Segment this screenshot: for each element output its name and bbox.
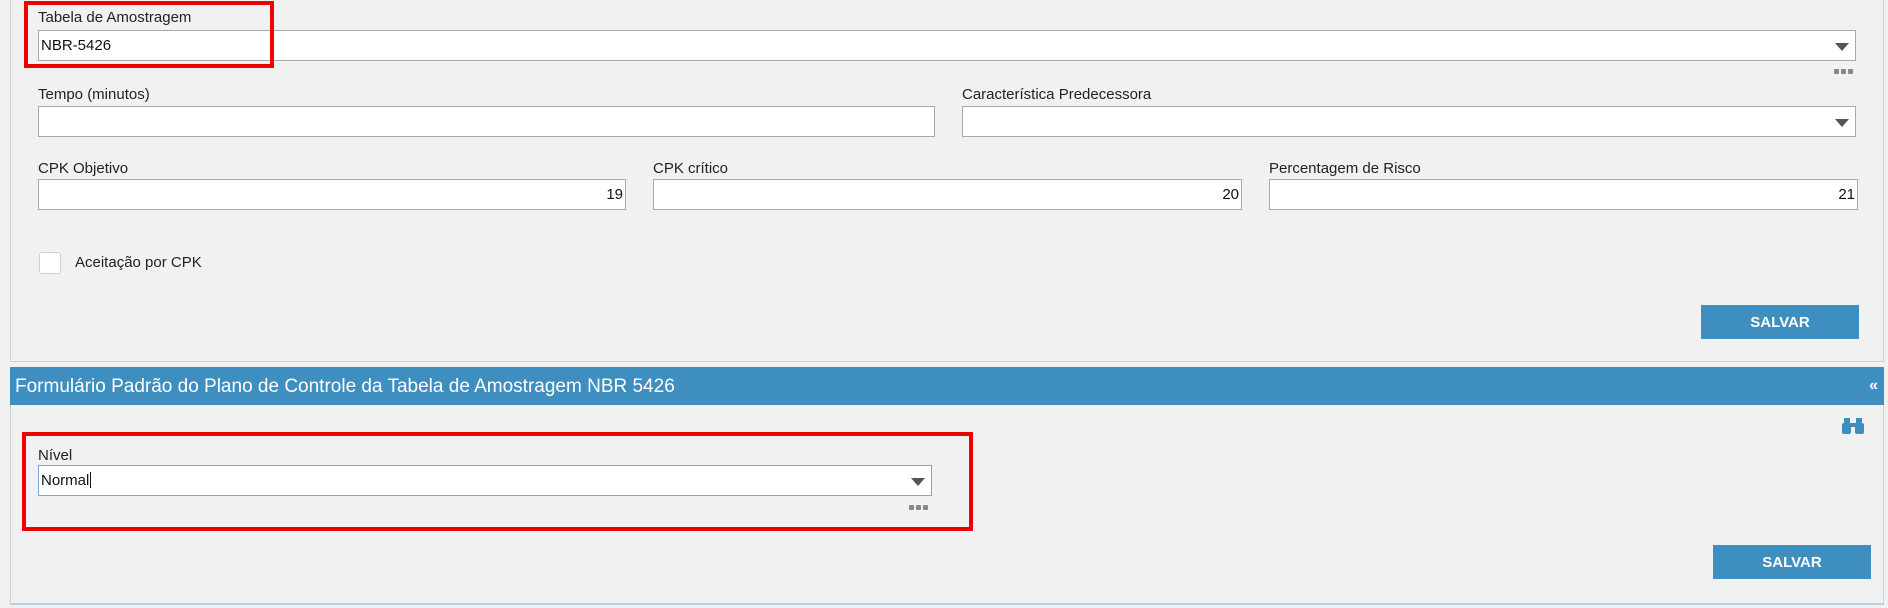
more-options-icon[interactable] <box>1834 69 1853 74</box>
cpk-objective-value: 19 <box>606 186 623 203</box>
highlight-annotation-level <box>22 432 973 531</box>
risk-percentage-label: Percentagem de Risco <box>1269 160 1421 177</box>
predecessor-label: Característica Predecessora <box>962 86 1152 103</box>
section-title: Formulário Padrão do Plano de Controle d… <box>15 376 675 397</box>
cpk-critical-value: 20 <box>1222 186 1239 203</box>
save-button[interactable]: SALVAR <box>1713 545 1871 579</box>
cpk-critical-label: CPK crítico <box>653 160 729 177</box>
cpk-critical-input[interactable]: 20 <box>653 179 1242 210</box>
time-label: Tempo (minutos) <box>38 86 150 103</box>
save-button[interactable]: SALVAR <box>1701 305 1859 339</box>
cpk-acceptance-label: Aceitação por CPK <box>75 254 202 271</box>
highlight-annotation-table <box>24 1 274 68</box>
predecessor-select[interactable] <box>962 106 1856 137</box>
binoculars-icon[interactable] <box>1842 417 1864 435</box>
risk-percentage-input[interactable]: 21 <box>1269 179 1858 210</box>
section-header: Formulário Padrão do Plano de Controle d… <box>10 367 1884 405</box>
collapse-icon[interactable]: « <box>1869 377 1878 395</box>
risk-percentage-value: 21 <box>1838 186 1855 203</box>
divider <box>10 603 1884 605</box>
chevron-down-icon[interactable] <box>1835 119 1849 127</box>
cpk-objective-label: CPK Objetivo <box>38 160 129 177</box>
cpk-objective-input[interactable]: 19 <box>38 179 626 210</box>
chevron-down-icon[interactable] <box>1835 43 1849 51</box>
page: Tabela de Amostragem NBR-5426 Tempo (min… <box>0 0 1888 608</box>
time-input[interactable] <box>38 106 935 137</box>
cpk-acceptance-checkbox[interactable] <box>39 252 61 274</box>
sampling-table-select[interactable]: NBR-5426 <box>38 30 1856 61</box>
